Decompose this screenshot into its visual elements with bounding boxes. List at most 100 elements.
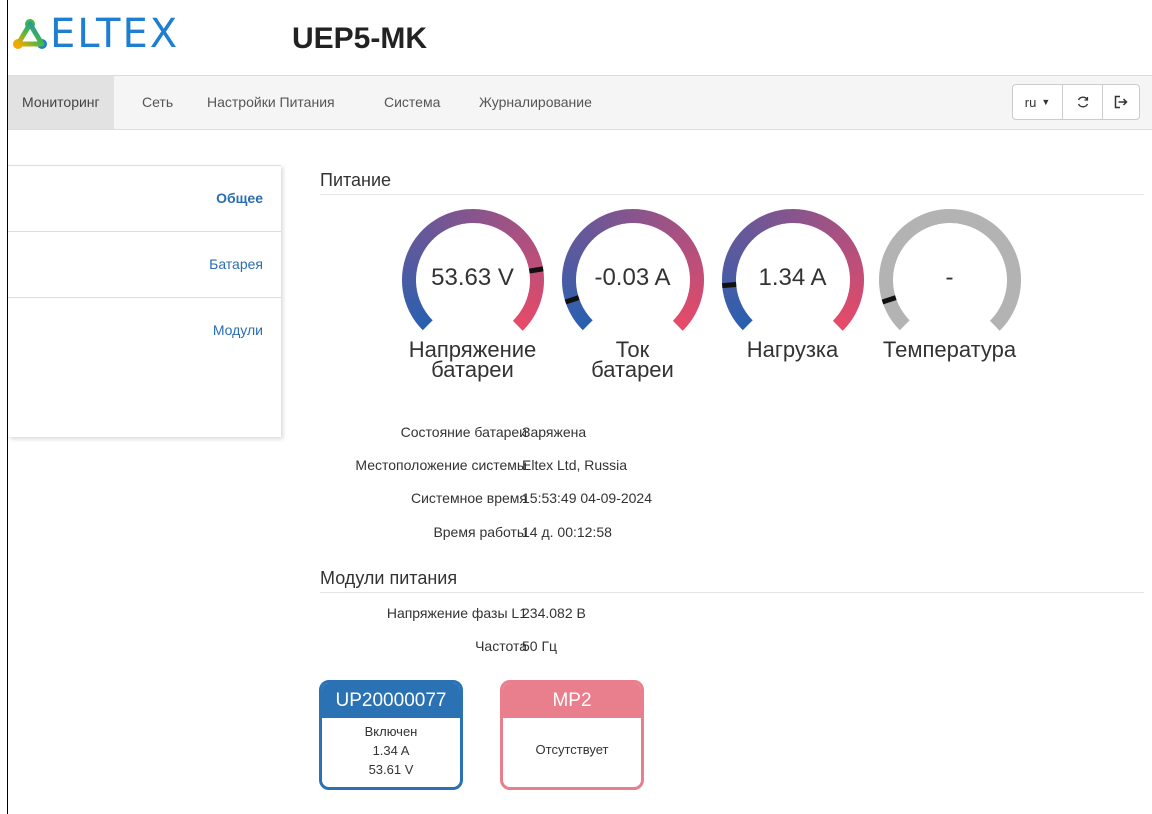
gauge-arc-segment — [892, 233, 908, 247]
gauge-arc-segment — [781, 209, 790, 224]
gauge-arc-segment — [641, 209, 651, 225]
nav-button-group: ru ▼ — [1012, 84, 1140, 120]
gauge-arc-segment — [477, 209, 485, 224]
gauge-arc-segment — [755, 216, 768, 232]
module-card-up20000077[interactable]: UP20000077 Включен 1.34 A 53.61 V — [319, 680, 463, 790]
logo-text: ELTEX — [50, 11, 180, 57]
module-voltage: 53.61 V — [368, 762, 414, 777]
gauge-arc-segment — [512, 316, 527, 331]
gauge-label: Ток батареи — [550, 339, 715, 381]
nav-tab-monitoring[interactable]: Мониторинг — [8, 76, 114, 129]
gauge-arc-segment — [502, 219, 516, 235]
gauge-arc-segment — [899, 225, 914, 240]
gauge-arc-segment — [814, 214, 826, 230]
language-dropdown[interactable]: ru ▼ — [1013, 85, 1063, 119]
gauge-arc-segment — [513, 229, 528, 244]
gauge-arc-segment — [572, 237, 588, 251]
gauge-arc-segment — [523, 247, 539, 259]
gauge-arc-segment — [412, 309, 427, 322]
gauge-arc-segment — [567, 301, 583, 313]
gauge-arc-segment — [908, 219, 921, 234]
gauge-arc-segment — [810, 212, 821, 228]
header: ELTEX UEP5-MK — [8, 0, 1152, 74]
gauge-arc-segment — [681, 242, 697, 255]
gauge-arc-segment — [579, 229, 594, 244]
gauge-arc-segment — [889, 309, 904, 322]
gauge-arc-segment — [523, 301, 539, 313]
gauge-arc-segment — [776, 209, 785, 225]
sidebar-item-battery[interactable]: Батарея — [8, 231, 281, 297]
gauge-arc-segment — [669, 226, 684, 241]
info-row-uptime: Время работы 14 д. 00:12:58 — [320, 524, 920, 544]
module-status: Отсутствует — [535, 742, 609, 757]
nav-tab-network[interactable]: Сеть — [142, 76, 173, 129]
gauge-arc-segment — [1002, 252, 1018, 264]
info-key: Системное время — [410, 490, 527, 506]
gauge-arc-segment — [431, 219, 444, 234]
gauge-arc-segment — [616, 209, 625, 225]
gauge-arc-segment — [998, 305, 1014, 318]
gauge-arc-segment — [725, 252, 741, 263]
gauge-arc-segment — [843, 301, 859, 313]
gauge-arc-segment — [509, 226, 524, 241]
gauge-value: 1.34 A — [758, 264, 827, 291]
module-card-title: MP2 — [503, 683, 641, 718]
gauge-arc-segment — [832, 316, 847, 331]
gauge-arc-segment — [435, 216, 448, 232]
gauge-arc-segment — [586, 222, 601, 237]
gauge-arc-segment — [418, 316, 433, 331]
logout-button[interactable] — [1103, 85, 1139, 119]
nav-tab-logging[interactable]: Журналирование — [479, 76, 592, 129]
nav-tab-system[interactable]: Система — [384, 76, 440, 129]
gauge-arc-segment — [882, 252, 898, 263]
eltex-logo[interactable]: ELTEX — [12, 14, 179, 54]
gauge-arc-segment — [886, 242, 902, 255]
gauge-arc-segment — [751, 219, 764, 234]
gauge-arc-segment — [426, 222, 441, 237]
gauge-arc-segment — [841, 305, 857, 318]
module-card-mp2[interactable]: MP2 Отсутствует — [500, 680, 644, 790]
gauge-arc-segment — [481, 209, 491, 225]
info-row-system-location: Местоположение системы Eltex Ltd, Russia — [320, 457, 920, 477]
logout-icon — [1114, 95, 1128, 109]
temperature-gauge: - Температура — [877, 208, 1027, 361]
gauge-arc-segment — [983, 222, 997, 238]
gauge-arc-segment — [419, 229, 434, 244]
info-key: Состояние батареи — [400, 424, 527, 440]
gauge-arc-segment — [922, 212, 934, 228]
gauge-arc-segment — [575, 312, 590, 327]
top-navbar: Мониторинг Сеть Настройки Питания Систем… — [8, 75, 1152, 130]
gauge-arc-segment — [445, 212, 457, 228]
power-section-title: Питание — [320, 170, 392, 190]
gauge-arc-segment — [729, 305, 745, 318]
battery-voltage-gauge: 53.63 V Напряжение батареи — [400, 208, 550, 381]
gauge-value: 53.63 V — [431, 264, 514, 291]
sidebar-item-general[interactable]: Общее — [8, 165, 281, 231]
gauge-arc-segment — [676, 233, 691, 248]
power-section-divider — [320, 194, 1144, 195]
gauge-arc-segment — [681, 305, 697, 318]
gauge-arc-segment — [797, 209, 805, 224]
gauge-arc-segment — [1000, 247, 1016, 259]
module-status: Включен — [364, 724, 418, 739]
gauge-arc-segment — [678, 309, 694, 323]
gauge-arc-segment — [621, 209, 630, 224]
sidebar-item-modules[interactable]: Модули — [8, 297, 281, 363]
gauge-arc-segment — [405, 296, 421, 308]
gauge-arc-segment — [725, 296, 741, 308]
gauge-arc-segment — [1004, 293, 1020, 303]
gauge-arc-segment — [971, 214, 983, 230]
gauge-arc-segment — [679, 238, 694, 251]
gauge-arc-segment — [662, 219, 676, 235]
gauge-arc-segment — [600, 214, 612, 230]
nav-tab-power-settings[interactable]: Настройки Питания — [207, 76, 335, 129]
gauge-arc-segment — [975, 216, 988, 232]
refresh-button[interactable] — [1063, 85, 1103, 119]
refresh-icon — [1077, 96, 1088, 108]
gauge-arc-segment — [582, 225, 597, 240]
gauge-arc-segment — [637, 209, 645, 224]
modules-section-title: Модули питания — [320, 568, 458, 588]
gauge-arc-segment — [738, 316, 753, 331]
gauge-arc-segment — [723, 292, 739, 302]
eltex-logo-icon — [13, 19, 47, 49]
